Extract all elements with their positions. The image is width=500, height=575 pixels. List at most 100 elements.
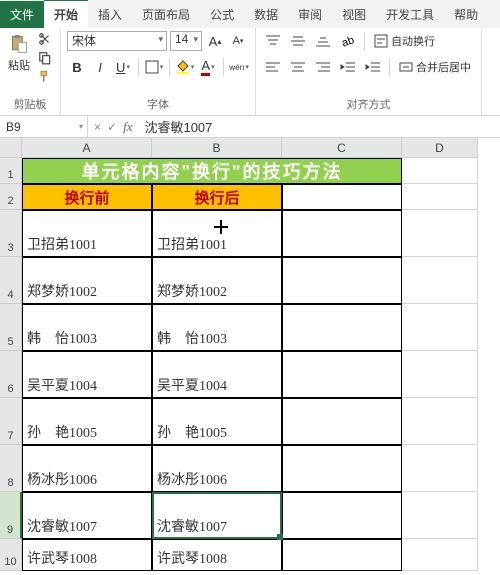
cell[interactable]: 卫招弟1001 [22,210,152,257]
header-cell[interactable]: 换行后 [152,184,282,210]
cancel-icon[interactable]: × [94,120,101,134]
cell[interactable] [402,351,478,398]
tab-insert[interactable]: 插入 [88,1,132,28]
bold-button[interactable]: B [67,57,87,77]
wrap-text-button[interactable]: 自动换行 [370,31,439,51]
row-header-1[interactable]: 1 [0,158,22,184]
header-cell[interactable]: 换行前 [22,184,152,210]
cell[interactable] [282,351,402,398]
row-header-4[interactable]: 4 [0,257,22,304]
col-header-C[interactable]: C [282,138,402,158]
cut-button[interactable] [36,31,54,47]
fill-color-button[interactable] [175,57,195,77]
align-left-button[interactable] [262,58,284,76]
enter-icon[interactable]: ✓ [107,120,117,134]
tab-home[interactable]: 开始 [44,0,88,28]
copy-button[interactable] [36,50,54,66]
cell[interactable]: 卫招弟1001 [152,210,282,257]
align-right-button[interactable] [312,58,334,76]
cell[interactable]: 吴平夏1004 [22,351,152,398]
cell[interactable]: 韩 怡1003 [152,304,282,351]
spreadsheet: ABCD 12345678910 单元格内容"换行"的技巧方法换行前换行后卫招弟… [0,138,500,571]
row-header-9[interactable]: 9 [0,492,22,539]
svg-text:ab: ab [340,34,356,48]
align-middle-button[interactable] [287,32,309,50]
formula-bar[interactable]: 沈睿敏1007 [138,116,500,137]
decrease-indent-button[interactable] [337,58,359,76]
group-font: 宋体 14 A▴ A▾ B I U A wén 字体 [61,28,256,115]
col-header-D[interactable]: D [402,138,478,158]
tab-formulas[interactable]: 公式 [200,1,244,28]
increase-font-button[interactable]: A▴ [205,31,225,51]
cell[interactable]: 郑梦娇1002 [22,257,152,304]
row-header-5[interactable]: 5 [0,304,22,351]
cell[interactable] [282,257,402,304]
align-center-button[interactable] [287,58,309,76]
cell[interactable]: 许武琴1008 [152,539,282,571]
row-header-3[interactable]: 3 [0,210,22,257]
italic-button[interactable]: I [90,57,110,77]
phonetic-button[interactable]: wén [229,57,249,77]
paste-button[interactable]: 粘贴 [6,31,32,75]
cell[interactable] [402,492,478,539]
tab-layout[interactable]: 页面布局 [132,1,200,28]
cell[interactable]: 沈睿敏1007 [152,492,282,539]
tab-review[interactable]: 审阅 [288,1,332,28]
cell[interactable] [402,445,478,492]
col-header-A[interactable]: A [22,138,152,158]
font-name-select[interactable]: 宋体 [67,31,167,51]
orientation-button[interactable]: ab [337,32,359,50]
row-header-2[interactable]: 2 [0,184,22,210]
ribbon-tabs: 文件 开始 插入 页面布局 公式 数据 审阅 视图 开发工具 帮助 [0,0,500,28]
cell[interactable]: 郑梦娇1002 [152,257,282,304]
cell[interactable]: 杨冰彤1006 [22,445,152,492]
cell[interactable]: 许武琴1008 [22,539,152,571]
cell[interactable] [282,184,402,210]
group-clipboard: 粘贴 剪贴板 [0,28,61,115]
cell[interactable] [402,304,478,351]
row-header-10[interactable]: 10 [0,539,22,571]
row-header-6[interactable]: 6 [0,351,22,398]
cell[interactable] [402,257,478,304]
tab-data[interactable]: 数据 [244,1,288,28]
tab-file[interactable]: 文件 [0,1,44,28]
row-header-8[interactable]: 8 [0,445,22,492]
tab-help[interactable]: 帮助 [444,1,488,28]
align-top-button[interactable] [262,32,284,50]
cell[interactable] [402,539,478,571]
select-all-corner[interactable] [0,138,22,158]
formula-bar-row: B9 × ✓ fx 沈睿敏1007 [0,116,500,138]
increase-indent-button[interactable] [362,58,384,76]
merge-center-button[interactable]: 合并后居中 [395,57,475,77]
cell[interactable]: 吴平夏1004 [152,351,282,398]
cell[interactable]: 韩 怡1003 [22,304,152,351]
name-box[interactable]: B9 [0,116,88,137]
cell[interactable] [282,445,402,492]
tab-dev[interactable]: 开发工具 [376,1,444,28]
cell[interactable] [282,304,402,351]
cell[interactable] [402,398,478,445]
cell[interactable] [402,158,478,184]
cell[interactable]: 孙 艳1005 [152,398,282,445]
cell[interactable]: 孙 艳1005 [22,398,152,445]
col-header-B[interactable]: B [152,138,282,158]
underline-button[interactable]: U [113,57,133,77]
cell[interactable] [282,398,402,445]
font-color-button[interactable]: A [198,57,218,77]
cell[interactable] [282,539,402,571]
border-button[interactable] [144,57,164,77]
fx-icon[interactable]: fx [123,119,132,135]
cell[interactable]: 杨冰彤1006 [152,445,282,492]
cell[interactable] [402,184,478,210]
cell[interactable] [282,492,402,539]
cell[interactable] [402,210,478,257]
align-bottom-button[interactable] [312,32,334,50]
cell[interactable] [282,210,402,257]
title-cell[interactable]: 单元格内容"换行"的技巧方法 [22,158,402,184]
row-header-7[interactable]: 7 [0,398,22,445]
font-size-select[interactable]: 14 [170,31,202,51]
decrease-font-button[interactable]: A▾ [228,31,248,51]
format-painter-button[interactable] [36,69,54,85]
cell[interactable]: 沈睿敏1007 [22,492,152,539]
tab-view[interactable]: 视图 [332,1,376,28]
